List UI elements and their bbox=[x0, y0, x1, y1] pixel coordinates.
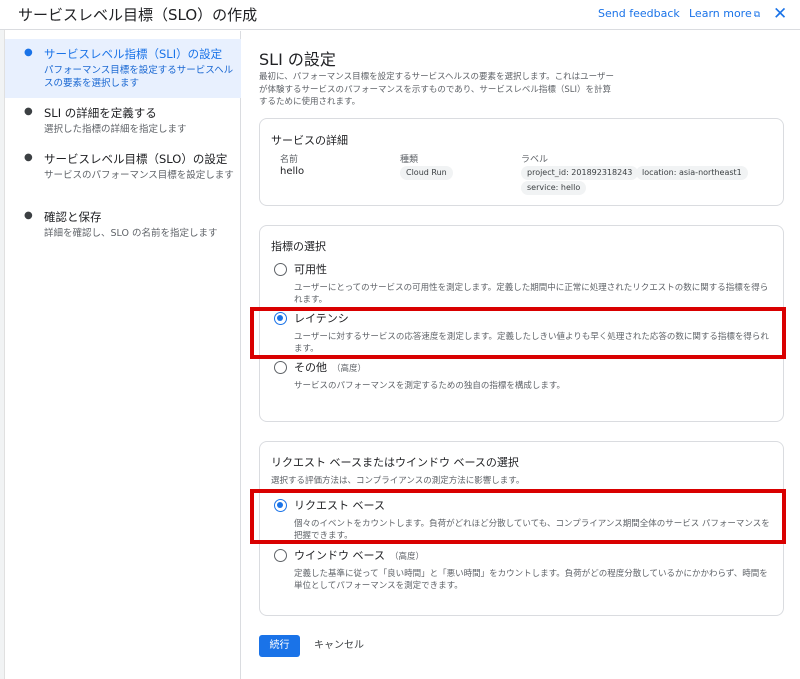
service-details-card: サービスの詳細 名前 hello 種類 Cloud Run ラベル projec… bbox=[259, 118, 784, 206]
metric-selection-card: 指標の選択 可用性 ユーザーにとってのサービスの可用性を測定します。定義した期間… bbox=[259, 225, 784, 422]
dialog-header: サービスレベル目標（SLO）の作成 Send feedback Learn mo… bbox=[0, 0, 800, 30]
service-details-title: サービスの詳細 bbox=[271, 134, 348, 147]
metric-selection-title: 指標の選択 bbox=[271, 240, 326, 253]
section-title: SLI の設定 bbox=[259, 50, 336, 69]
step-description: サービスのパフォーマンス目標を設定します bbox=[44, 170, 234, 181]
name-value: hello bbox=[280, 166, 305, 177]
request-based-description: 個々のイベントをカウントします。負荷がどれほど分散していても、コンプライアンス期… bbox=[294, 519, 770, 541]
latency-radio[interactable] bbox=[274, 312, 287, 325]
step-title: サービスレベル指標（SLI）の設定 bbox=[44, 47, 223, 61]
step-navigation: ● サービスレベル指標（SLI）の設定 パフォーマンス目標を設定するサービスヘル… bbox=[5, 31, 241, 679]
cancel-button[interactable]: キャンセル bbox=[314, 635, 364, 657]
advanced-tag: （高度） bbox=[332, 364, 367, 374]
step-slo-settings[interactable]: ● サービスレベル目標（SLO）の設定 サービスのパフォーマンス目標を設定します bbox=[5, 149, 241, 195]
learn-more-link[interactable]: Learn more ⧉ bbox=[689, 7, 760, 20]
other-description: サービスのパフォーマンスを測定するための独自の指標を構成します。 bbox=[294, 381, 565, 391]
evaluation-method-title: リクエスト ベースまたはウインドウ ベースの選択 bbox=[271, 456, 519, 469]
step-bullet-icon: ● bbox=[24, 152, 33, 163]
labels-label: ラベル bbox=[521, 155, 549, 165]
main-content: SLI の設定 最初に、パフォーマンス目標を設定するサービスヘルスの要素を選択し… bbox=[242, 31, 800, 679]
step-description: 選択した指標の詳細を指定します bbox=[44, 124, 187, 135]
label-chip-location: location: asia-northeast1 bbox=[636, 166, 748, 180]
step-title: SLI の詳細を定義する bbox=[44, 106, 157, 120]
other-radio[interactable] bbox=[274, 361, 287, 374]
step-description: パフォーマンス目標を設定するサービスヘルスの要素を選択します bbox=[44, 65, 234, 89]
type-label: 種類 bbox=[400, 155, 419, 165]
send-feedback-link[interactable]: Send feedback bbox=[598, 7, 680, 20]
step-bullet-icon: ● bbox=[24, 106, 33, 117]
step-description: 詳細を確認し、SLO の名前を指定します bbox=[44, 228, 218, 239]
window-based-label-text: ウインドウ ベース bbox=[294, 549, 385, 562]
slo-create-dialog: サービスレベル目標（SLO）の作成 Send feedback Learn mo… bbox=[0, 0, 800, 679]
name-label: 名前 bbox=[280, 155, 299, 165]
close-icon[interactable]: ✕ bbox=[773, 4, 787, 24]
advanced-tag: （高度） bbox=[389, 552, 424, 562]
learn-more-label: Learn more bbox=[689, 7, 752, 20]
request-based-label[interactable]: リクエスト ベース bbox=[294, 497, 385, 513]
step-title: サービスレベル目標（SLO）の設定 bbox=[44, 152, 228, 166]
window-based-description: 定義した基準に従って「良い時間」と「悪い時間」をカウントします。負荷がどの程度分… bbox=[294, 569, 768, 591]
other-label[interactable]: その他 （高度） bbox=[294, 359, 366, 375]
label-chip-project-id: project_id: 201892318243 bbox=[521, 166, 639, 180]
external-link-icon: ⧉ bbox=[753, 10, 761, 20]
other-label-text: その他 bbox=[294, 361, 327, 374]
step-bullet-icon: ● bbox=[24, 47, 33, 58]
availability-description: ユーザーにとってのサービスの可用性を測定します。定義した期間中に正常に処理された… bbox=[294, 283, 769, 305]
latency-label[interactable]: レイテンシ bbox=[294, 310, 349, 326]
step-review-save[interactable]: ● 確認と保存 詳細を確認し、SLO の名前を指定します bbox=[5, 207, 241, 243]
type-chip: Cloud Run bbox=[400, 166, 453, 180]
request-based-radio[interactable] bbox=[274, 499, 287, 512]
section-description: 最初に、パフォーマンス目標を設定するサービスヘルスの要素を選択します。これはユー… bbox=[259, 72, 614, 107]
window-based-radio[interactable] bbox=[274, 549, 287, 562]
page-title: サービスレベル目標（SLO）の作成 bbox=[18, 6, 258, 24]
evaluation-method-card: リクエスト ベースまたはウインドウ ベースの選択 選択する評価方法は、コンプライ… bbox=[259, 441, 784, 616]
evaluation-method-subtitle: 選択する評価方法は、コンプライアンスの測定方法に影響します。 bbox=[271, 476, 525, 486]
step-sli-settings[interactable]: ● サービスレベル指標（SLI）の設定 パフォーマンス目標を設定するサービスヘル… bbox=[5, 39, 241, 98]
step-bullet-icon: ● bbox=[24, 210, 33, 221]
step-title: 確認と保存 bbox=[44, 210, 102, 224]
availability-label[interactable]: 可用性 bbox=[294, 261, 327, 277]
window-based-label[interactable]: ウインドウ ベース （高度） bbox=[294, 547, 424, 563]
step-define-sli-details[interactable]: ● SLI の詳細を定義する 選択した指標の詳細を指定します bbox=[5, 103, 241, 139]
label-chip-service: service: hello bbox=[521, 181, 587, 195]
availability-radio[interactable] bbox=[274, 263, 287, 276]
latency-description: ユーザーに対するサービスの応答速度を測定します。定義したしきい値よりも早く処理さ… bbox=[294, 332, 769, 354]
continue-button[interactable]: 続行 bbox=[259, 635, 300, 657]
